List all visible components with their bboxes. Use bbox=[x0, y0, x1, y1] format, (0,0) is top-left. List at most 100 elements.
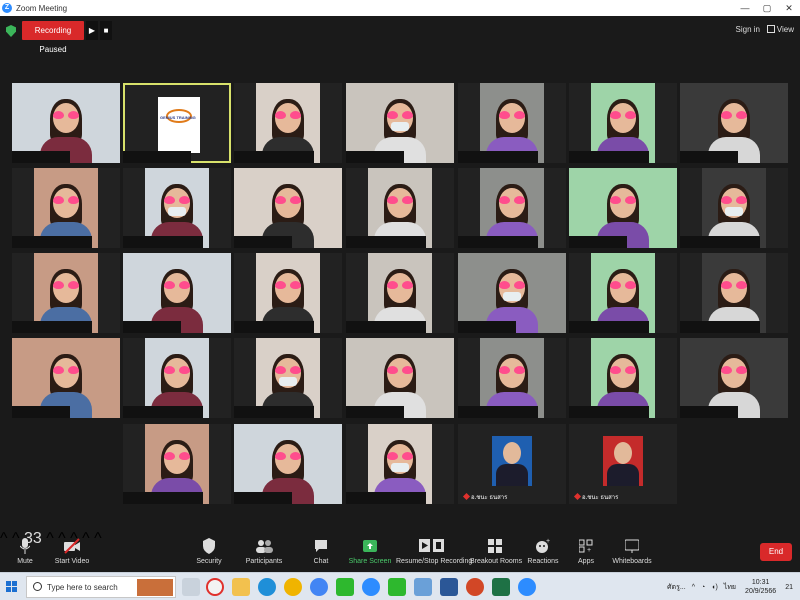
resume-stop-recording-button[interactable]: Resume/Stop Recording bbox=[396, 530, 472, 572]
windows-start-icon[interactable] bbox=[6, 581, 18, 593]
participant-video-tile[interactable] bbox=[234, 83, 342, 163]
app-icon-circle[interactable] bbox=[206, 578, 224, 596]
line-app-icon[interactable] bbox=[336, 578, 354, 596]
weather-label[interactable]: ศัตรู... bbox=[667, 582, 686, 593]
maximize-button[interactable]: ▢ bbox=[756, 0, 778, 16]
participant-video-tile[interactable] bbox=[12, 168, 120, 248]
participant-video-tile[interactable] bbox=[458, 338, 566, 418]
taskbar-clock[interactable]: 10:31 20/9/2566 bbox=[745, 578, 776, 596]
participant-name-redacted bbox=[346, 236, 426, 248]
participant-video-tile[interactable] bbox=[12, 338, 120, 418]
participant-name-redacted bbox=[12, 151, 70, 163]
participant-name-redacted bbox=[12, 236, 92, 248]
active-speaker-tile[interactable]: GENIUS TRAINING bbox=[123, 83, 231, 163]
mute-options-chevron-icon[interactable]: ^ bbox=[0, 530, 8, 547]
participant-video-tile[interactable] bbox=[569, 253, 677, 333]
participant-video-tile[interactable] bbox=[234, 338, 342, 418]
end-meeting-button[interactable]: End bbox=[760, 543, 792, 561]
file-explorer-icon[interactable] bbox=[232, 578, 250, 596]
whiteboards-options-chevron-icon[interactable]: ^ bbox=[94, 530, 102, 547]
participant-video-tile[interactable] bbox=[569, 338, 677, 418]
chrome-icon[interactable] bbox=[284, 578, 302, 596]
stop-recording-icon[interactable]: ■ bbox=[100, 21, 112, 40]
breakout-rooms-button[interactable]: Breakout Rooms bbox=[470, 530, 522, 572]
meeting-toolbar: Mute ^ Start Video ^ Security Participan… bbox=[0, 530, 800, 572]
heart-eyes-sticker bbox=[387, 366, 413, 374]
participant-video-tile[interactable] bbox=[569, 168, 677, 248]
participants-button[interactable]: Participants bbox=[244, 530, 284, 572]
whiteboards-button[interactable]: Whiteboards bbox=[612, 530, 652, 572]
heart-eyes-sticker bbox=[387, 111, 413, 119]
task-view-icon[interactable] bbox=[182, 578, 200, 596]
edge-browser-icon[interactable] bbox=[258, 578, 276, 596]
zoom-taskbar-icon-2[interactable] bbox=[518, 578, 536, 596]
excel-icon[interactable] bbox=[492, 578, 510, 596]
heart-eyes-sticker bbox=[164, 452, 190, 460]
participant-name-redacted bbox=[123, 151, 191, 163]
participant-name-redacted bbox=[234, 406, 314, 418]
taskbar-search-input[interactable]: Type here to search bbox=[26, 576, 176, 598]
participant-video-tile[interactable] bbox=[680, 338, 788, 418]
reactions-button[interactable]: + Reactions bbox=[526, 530, 560, 572]
network-icon[interactable]: ◔ bbox=[701, 584, 705, 591]
view-button[interactable]: View bbox=[766, 25, 794, 34]
heart-eyes-sticker bbox=[610, 196, 636, 204]
participant-video-tile[interactable] bbox=[346, 168, 454, 248]
security-button[interactable]: Security bbox=[192, 530, 226, 572]
share-screen-button[interactable]: Share Screen bbox=[348, 530, 392, 572]
chat-button[interactable]: Chat bbox=[306, 530, 336, 572]
line-app-icon-2[interactable] bbox=[388, 578, 406, 596]
participant-video-tile[interactable] bbox=[123, 253, 231, 333]
heart-eyes-sticker bbox=[387, 281, 413, 289]
breakout-rooms-icon bbox=[488, 539, 502, 553]
participant-name-redacted bbox=[234, 236, 292, 248]
participant-video-tile[interactable] bbox=[680, 168, 788, 248]
participant-video-tile[interactable] bbox=[569, 83, 677, 163]
apps-button[interactable]: + Apps bbox=[574, 530, 598, 572]
tray-overflow-chevron-icon[interactable]: ^ bbox=[692, 584, 695, 591]
resume-recording-icon[interactable]: ▶ bbox=[86, 21, 98, 40]
participant-video-tile[interactable] bbox=[234, 253, 342, 333]
encryption-shield-icon[interactable] bbox=[6, 25, 16, 37]
participant-video-tile[interactable] bbox=[458, 253, 566, 333]
volume-icon[interactable]: ◖) bbox=[711, 584, 718, 591]
participant-video-tile[interactable]: อ.ชนะ ธนสาร bbox=[458, 424, 566, 504]
heart-eyes-sticker bbox=[721, 366, 747, 374]
participant-video-tile[interactable] bbox=[680, 253, 788, 333]
close-button[interactable]: ✕ bbox=[778, 0, 800, 16]
minimize-button[interactable]: — bbox=[734, 0, 756, 16]
heart-eyes-sticker bbox=[499, 281, 525, 289]
participant-video-tile[interactable] bbox=[346, 83, 454, 163]
sign-in-link[interactable]: Sign in bbox=[736, 25, 760, 34]
participant-video-tile[interactable] bbox=[458, 168, 566, 248]
participant-video-tile[interactable] bbox=[680, 83, 788, 163]
participant-name-redacted bbox=[680, 321, 760, 333]
powerpoint-icon[interactable] bbox=[466, 578, 484, 596]
participant-video-tile[interactable] bbox=[346, 424, 454, 504]
participant-video-tile[interactable] bbox=[234, 168, 342, 248]
participant-video-tile[interactable]: อ.ชนะ ธนสาร bbox=[569, 424, 677, 504]
participant-video-tile[interactable] bbox=[234, 424, 342, 504]
start-video-button[interactable]: Start Video bbox=[52, 530, 92, 572]
notification-count[interactable]: 21 bbox=[785, 584, 793, 591]
participant-video-tile[interactable] bbox=[123, 338, 231, 418]
record-controls-icon bbox=[419, 539, 444, 552]
app-icon-pen[interactable] bbox=[414, 578, 432, 596]
word-icon[interactable] bbox=[440, 578, 458, 596]
participant-video-tile[interactable] bbox=[12, 253, 120, 333]
genius-training-logo: GENIUS TRAINING bbox=[158, 97, 200, 153]
participant-name-redacted bbox=[123, 406, 203, 418]
heart-eyes-sticker bbox=[610, 366, 636, 374]
chrome-profile-icon[interactable] bbox=[310, 578, 328, 596]
participant-video-tile[interactable] bbox=[346, 338, 454, 418]
participant-video-tile[interactable] bbox=[123, 168, 231, 248]
zoom-taskbar-icon[interactable] bbox=[362, 578, 380, 596]
heart-eyes-sticker bbox=[721, 111, 747, 119]
participant-video-tile[interactable] bbox=[12, 83, 120, 163]
chat-icon bbox=[315, 540, 327, 552]
participant-video-tile[interactable] bbox=[123, 424, 231, 504]
participant-video-tile[interactable] bbox=[346, 253, 454, 333]
ime-indicator[interactable]: ไทย bbox=[724, 582, 736, 593]
mute-button[interactable]: Mute bbox=[10, 530, 40, 572]
participant-video-tile[interactable] bbox=[458, 83, 566, 163]
